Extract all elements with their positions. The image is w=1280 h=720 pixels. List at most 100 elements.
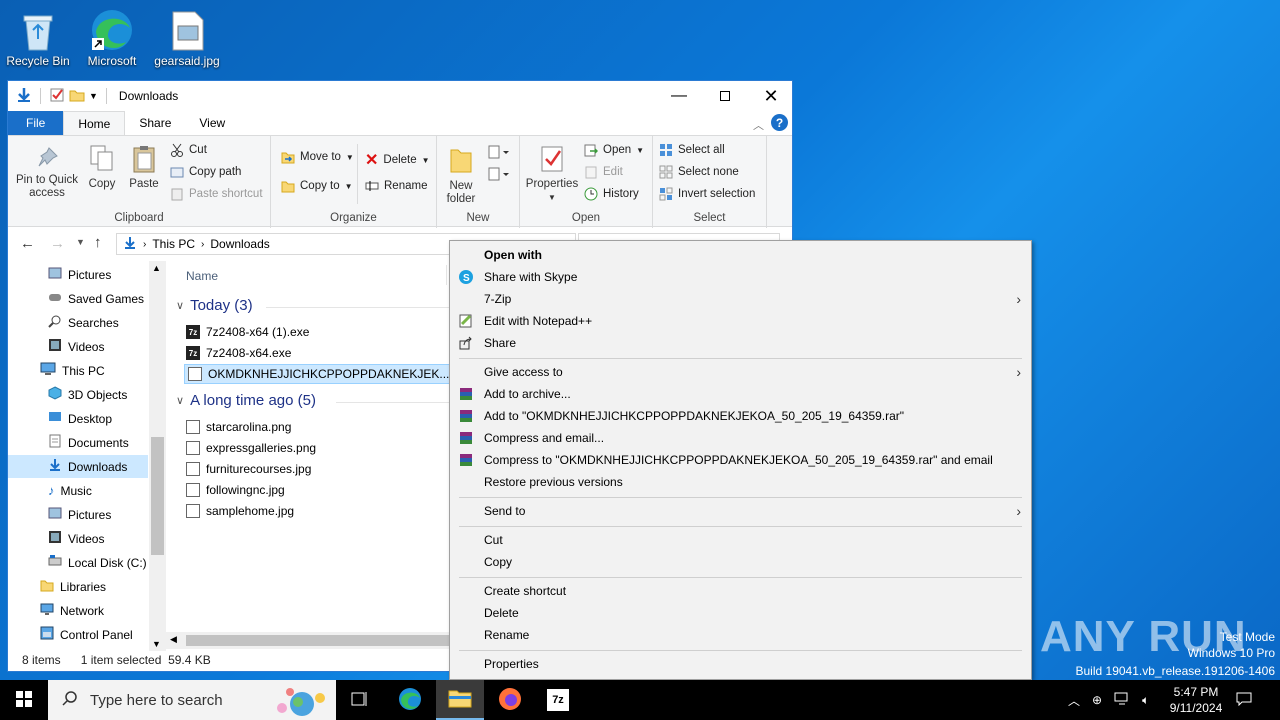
breadcrumb-this-pc[interactable]: This PC (152, 237, 195, 251)
menu-item-add-to-archive[interactable]: Add to archive... (450, 383, 1031, 405)
select-none-button[interactable]: Select none (659, 165, 739, 179)
desktop-icon-recycle-bin[interactable]: Recycle Bin (0, 2, 76, 68)
paste-button[interactable]: Paste (126, 144, 162, 191)
menu-item-share[interactable]: Share (450, 332, 1031, 354)
breadcrumb-downloads[interactable]: Downloads (210, 237, 269, 251)
tab-view[interactable]: View (185, 111, 239, 135)
taskbar-explorer-button[interactable] (436, 680, 484, 720)
clock[interactable]: 5:47 PM 9/11/2024 (1164, 680, 1228, 720)
copy-path-button[interactable]: Copy path (170, 165, 241, 179)
menu-item-open-with[interactable]: Open with (450, 244, 1031, 266)
scroll-down-icon[interactable]: ▼ (152, 639, 161, 649)
file-row[interactable]: expressgalleries.png (186, 438, 316, 458)
network-icon[interactable] (1114, 692, 1130, 709)
task-view-button[interactable] (336, 680, 384, 720)
tab-home[interactable]: Home (63, 111, 126, 135)
menu-label: Share with Skype (484, 270, 578, 284)
history-button[interactable]: History (584, 187, 639, 201)
menu-item-share-with-skype[interactable]: S Share with Skype (450, 266, 1031, 288)
properties-icon[interactable] (49, 87, 65, 106)
status-bar: 8 items 1 item selected 59.4 KB (22, 653, 211, 667)
taskbar-7zip-button[interactable]: 7z (534, 680, 582, 720)
select-all-button[interactable]: Select all (659, 143, 725, 157)
new-item-icon[interactable] (487, 144, 511, 163)
file-name: starcarolina.png (206, 420, 292, 434)
customize-dropdown-icon[interactable]: ▼ (89, 91, 98, 101)
paste-shortcut-button[interactable]: Paste shortcut (170, 187, 263, 201)
menu-item-cut[interactable]: Cut (450, 529, 1031, 551)
maximize-button[interactable] (702, 81, 748, 111)
scrollbar-thumb[interactable] (151, 437, 164, 555)
menu-item-rename[interactable]: Rename (450, 624, 1031, 646)
menu-item-copy[interactable]: Copy (450, 551, 1031, 573)
nav-item-label: Control Panel (60, 627, 133, 642)
scroll-up-icon[interactable]: ▲ (152, 263, 161, 273)
delete-button[interactable]: ✕ Delete ▼ (365, 150, 430, 170)
start-button[interactable] (0, 680, 48, 720)
tab-share[interactable]: Share (125, 111, 185, 135)
window-title: Downloads (118, 89, 179, 103)
nav-item-downloads[interactable]: Downloads (8, 455, 148, 478)
scroll-left-icon[interactable]: ◀ (170, 634, 177, 645)
copy-button[interactable]: Copy (86, 144, 118, 191)
invert-selection-button[interactable]: Invert selection (659, 187, 755, 201)
scrollbar-thumb[interactable] (186, 635, 454, 646)
menu-item-send-to[interactable]: Send to › (450, 500, 1031, 522)
file-row[interactable]: furniturecourses.jpg (186, 459, 311, 479)
file-row[interactable]: starcarolina.png (186, 417, 291, 437)
taskbar-edge-button[interactable] (386, 680, 434, 720)
file-row[interactable]: 7z 7z2408-x64.exe (186, 343, 291, 363)
collapse-ribbon-icon[interactable]: ︿ (753, 117, 764, 133)
easy-access-icon[interactable] (487, 166, 511, 185)
new-folder-button[interactable]: New folder (443, 144, 479, 206)
pin-to-quick-access-button[interactable]: Pin to Quick access (12, 146, 82, 200)
up-arrow-icon[interactable]: ↑ (94, 234, 102, 251)
desktop-icon-edge[interactable]: Microsoft Edge (74, 2, 150, 70)
nav-item-label: Pictures (68, 267, 112, 282)
close-button[interactable]: ✕ (748, 81, 794, 111)
back-arrow-icon[interactable]: ← (20, 235, 35, 252)
edit-button[interactable]: Edit (584, 165, 623, 179)
copy-to-button[interactable]: Copy to ▼ (281, 179, 353, 193)
file-name: furniturecourses.jpg (206, 462, 312, 476)
column-header-name[interactable]: Name (186, 269, 218, 283)
desktop-icon-gearsaid[interactable]: gearsaid.jpg (149, 2, 225, 68)
new-folder-icon[interactable] (69, 87, 85, 106)
rename-button[interactable]: Rename (365, 179, 427, 193)
menu-item-properties[interactable]: Properties (450, 653, 1031, 675)
horizontal-scrollbar[interactable]: ◀ (166, 632, 456, 649)
group-header-long-ago[interactable]: ∨ A long time ago (5) (176, 392, 316, 409)
cut-button[interactable]: Cut (170, 143, 207, 157)
menu-item-give-access[interactable]: Give access to › (450, 361, 1031, 383)
nav-scrollbar[interactable]: ▲ ▼ (149, 261, 166, 651)
file-row[interactable]: 7z 7z2408-x64 (1).exe (186, 322, 309, 342)
notifications-button[interactable] (1236, 680, 1260, 720)
minimize-button[interactable]: — (656, 81, 702, 111)
menu-item-compress-email[interactable]: Compress and email... (450, 427, 1031, 449)
help-icon[interactable]: ? (771, 114, 788, 131)
recent-locations-icon[interactable]: ▼ (76, 237, 85, 247)
open-button[interactable]: Open ▼ (584, 143, 644, 157)
menu-item-create-shortcut[interactable]: Create shortcut (450, 580, 1031, 602)
volume-icon[interactable]: 🔈︎ (1142, 693, 1149, 708)
show-hidden-icons-icon[interactable]: ︿ (1068, 692, 1080, 709)
file-row[interactable]: samplehome.jpg (186, 501, 294, 521)
selection-info: 1 item selected 59.4 KB (80, 653, 211, 667)
device-icon[interactable]: ⊕ (1092, 693, 1102, 707)
properties-button[interactable]: Properties ▼ (524, 144, 580, 204)
menu-item-add-to-rar[interactable]: Add to "OKMDKNHEJJICHKCPPOPPDAKNEKJEKOA_… (450, 405, 1031, 427)
menu-item-restore-versions[interactable]: Restore previous versions (450, 471, 1031, 493)
menu-item-delete[interactable]: Delete (450, 602, 1031, 624)
file-row-selected[interactable]: OKMDKNHEJJICHKCPPOPPDAKNEKJEK... (184, 364, 455, 384)
desktop-icon-label: Recycle Bin (6, 54, 70, 68)
file-row[interactable]: followingnc.jpg (186, 480, 285, 500)
move-to-button[interactable]: Move to ▼ (281, 150, 354, 164)
group-header-today[interactable]: ∨ Today (3) (176, 297, 253, 314)
tab-file[interactable]: File (8, 111, 64, 135)
taskbar-firefox-button[interactable] (486, 680, 534, 720)
menu-item-edit-notepadpp[interactable]: Edit with Notepad++ (450, 310, 1031, 332)
taskbar-search-box[interactable]: Type here to search (48, 680, 336, 720)
forward-arrow-icon[interactable]: → (50, 235, 65, 252)
menu-item-compress-to-rar-email[interactable]: Compress to "OKMDKNHEJJICHKCPPOPPDAKNEKJ… (450, 449, 1031, 471)
menu-item-7zip[interactable]: 7-Zip › (450, 288, 1031, 310)
